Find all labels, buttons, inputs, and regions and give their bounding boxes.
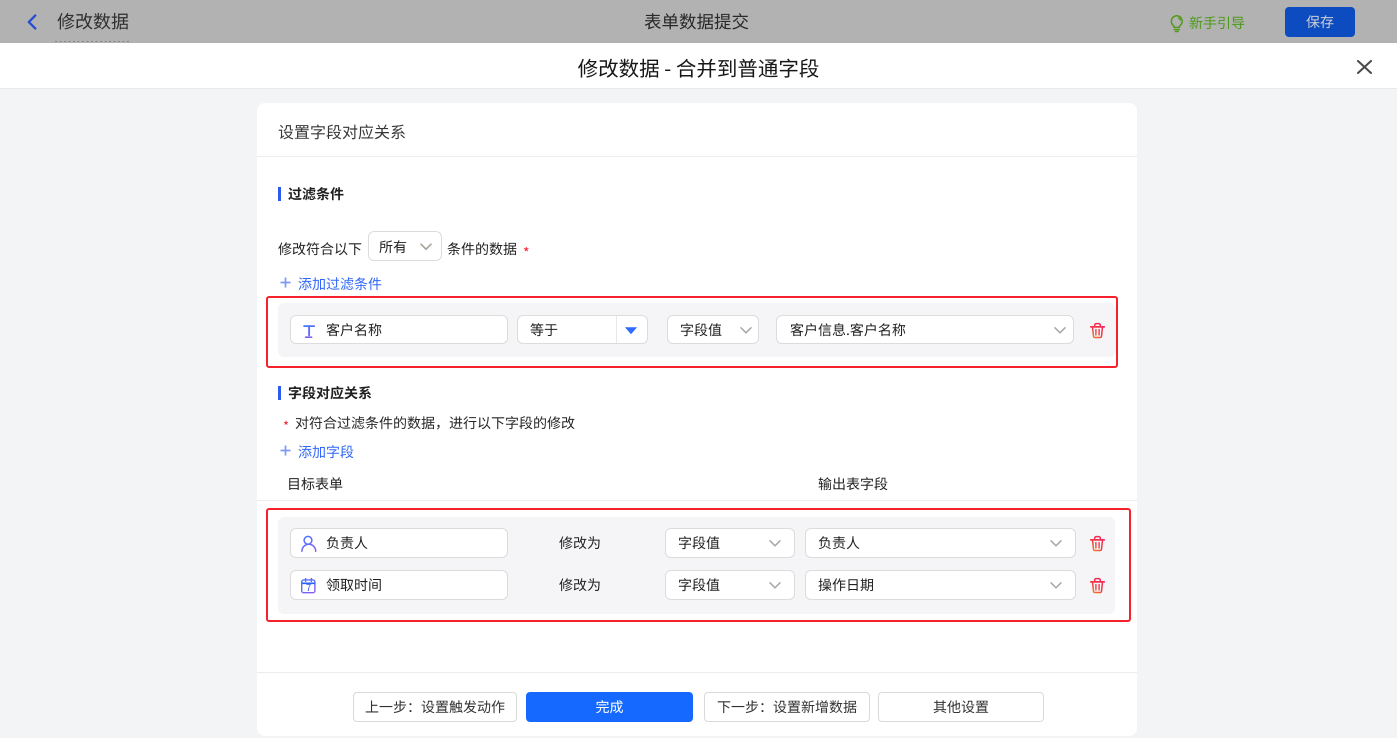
svg-text:7: 7 [306, 580, 311, 594]
